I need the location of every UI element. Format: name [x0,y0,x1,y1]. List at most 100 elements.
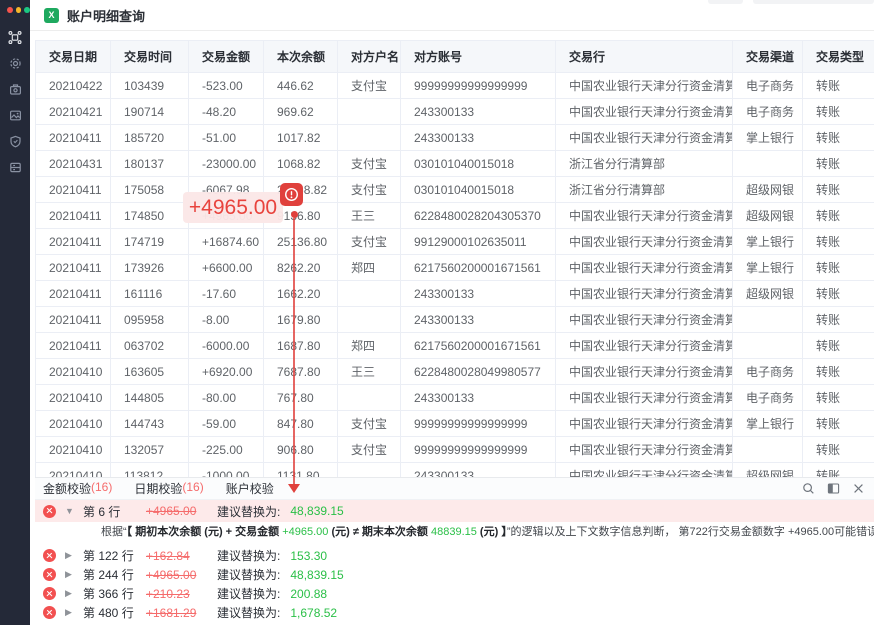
table-row[interactable]: 20210410163605+6920.007687.80王三622848002… [36,359,874,385]
table-cell: 243300133 [401,281,556,307]
table-cell [338,99,401,125]
exclamation-circle-icon [280,183,303,206]
tab-error-count: (16) [91,480,112,497]
column-header: 交易类型 [803,41,874,73]
table-cell [338,281,401,307]
table-cell: 163605 [111,359,189,385]
issue-suggest-label: 建议替换为: [217,503,280,520]
tab-amount-check[interactable]: 金额校验(16) [43,480,112,497]
issue-row-label: 第 366 行 [83,585,137,602]
table-row[interactable]: 20210411185720-51.001017.82 243300133中国农… [36,125,874,151]
detail-segment: 根据“ [101,526,127,538]
issue-row[interactable]: ▶第 122 行+162.84建议替换为:153.30 [35,546,874,565]
table-cell: 转账 [803,307,874,333]
shield-icon[interactable] [8,134,22,148]
table-cell: 转账 [803,229,874,255]
table-cell: 中国农业银行天津分行资金清算中心 [556,463,733,478]
table-cell: 99129000102635011 [401,229,556,255]
table-row[interactable]: 20210411063702-6000.001687.80郑四621756020… [36,333,874,359]
error-circle-icon [43,587,56,600]
table-cell: 20210411 [36,281,111,307]
validation-panel: 金额校验(16) 日期校验(16) 账户校验 ▼第 6 行+4965.00建议替换为… [35,477,874,625]
expand-icon[interactable]: ▶ [65,551,74,560]
table-cell: 掌上银行 [733,411,803,437]
maximize-window-button[interactable] [24,7,30,13]
table-cell: -48.20 [189,99,264,125]
table-cell: 转账 [803,411,874,437]
column-header: 交易行 [556,41,733,73]
column-header: 本次余额 [264,41,338,73]
table-row[interactable]: 20210410144743-59.00847.80支付宝99999999999… [36,411,874,437]
table-cell: 7687.80 [264,359,338,385]
panel-toggle-icon[interactable] [826,482,840,496]
collapse-icon[interactable]: ▼ [65,507,74,516]
cutoff-element [753,0,874,4]
table-cell: 转账 [803,125,874,151]
close-icon[interactable] [851,482,865,496]
table-cell: -8.00 [189,307,264,333]
issue-suggest-label: 建议替换为: [217,547,280,564]
table-cell: 174850 [111,203,189,229]
column-header: 交易时间 [111,41,189,73]
table-row[interactable]: 20210411173926+6600.008262.20郑四621756020… [36,255,874,281]
table-cell [338,307,401,333]
issue-row[interactable]: ▶第 366 行+210.23建议替换为:200.88 [35,584,874,603]
issue-row[interactable]: ▼第 6 行+4965.00建议替换为:48,839.15 [35,500,874,522]
table-row[interactable]: 20210410113812-1000.001131.80 243300133中… [36,463,874,478]
search-icon[interactable] [801,482,815,496]
transactions-table: 交易日期交易时间交易金额本次余额对方户名对方账号交易行交易渠道交易类型 2021… [35,40,874,477]
table-row[interactable]: 20210431180137-23000.001068.82支付宝0301010… [36,151,874,177]
table-row[interactable]: 20210421190714-48.20969.62 243300133中国农业… [36,99,874,125]
table-cell: 1017.82 [264,125,338,151]
table-row[interactable]: 20210411174719+16874.6025136.80支付宝991290… [36,229,874,255]
table-cell: 144805 [111,385,189,411]
table-cell: 185720 [111,125,189,151]
table-row[interactable]: 20210422103439-523.00446.62支付宝9999999999… [36,73,874,99]
storage-icon[interactable] [8,160,22,174]
table-row[interactable]: 20210411175058-6067.9824068.82支付宝0301010… [36,177,874,203]
tab-account-check[interactable]: 账户校验 [226,480,274,497]
minimize-window-button[interactable] [16,7,22,13]
table-row[interactable]: 20210410132057-225.00906.80支付宝9999999999… [36,437,874,463]
table-cell: 20210422 [36,73,111,99]
table-cell [733,151,803,177]
table-row[interactable]: 20210411095958-8.001679.80 243300133中国农业… [36,307,874,333]
table-cell: 243300133 [401,307,556,333]
table-cell: 超级网银 [733,177,803,203]
table-cell: 243300133 [401,385,556,411]
title-bar: X 账户明细查询 [30,0,874,31]
expand-icon[interactable]: ▶ [65,589,74,598]
issue-suggest-label: 建议替换为: [217,566,280,583]
close-window-button[interactable] [7,7,13,13]
expand-icon[interactable]: ▶ [65,608,74,617]
table-cell: 767.80 [264,385,338,411]
table-row[interactable]: 20210411161116-17.601662.20 243300133中国农… [36,281,874,307]
table-cell: 掌上银行 [733,255,803,281]
table-cell [733,437,803,463]
tab-date-check[interactable]: 日期校验(16) [134,480,203,497]
table-cell: 中国农业银行天津分行资金清算中心 [556,307,733,333]
table-cell: -6000.00 [189,333,264,359]
table-cell: 969.62 [264,99,338,125]
sidebar [0,0,30,625]
table-cell [733,333,803,359]
table-cell: 电子商务 [733,99,803,125]
issue-row[interactable]: ▶第 244 行+4965.00建议替换为:48,839.15 [35,565,874,584]
image-icon[interactable] [8,108,22,122]
table-cell: 99999999999999999 [401,411,556,437]
table-row[interactable]: 20210410144805-80.00767.80 243300133中国农业… [36,385,874,411]
settings-icon[interactable] [8,56,22,70]
briefcase-icon[interactable] [8,82,22,96]
table-cell: 243300133 [401,125,556,151]
table-cell: 转账 [803,151,874,177]
table-cell: 超级网银 [733,281,803,307]
table-cell: 132057 [111,437,189,463]
app-logo-icon[interactable] [8,30,22,44]
error-highlight-overlay: +4965.00 [183,192,283,223]
issue-new-value: 48,839.15 [290,568,343,582]
expand-icon[interactable]: ▶ [65,570,74,579]
table-cell: 中国农业银行天津分行资金清算中心 [556,99,733,125]
issue-row[interactable]: ▶第 480 行+1681.29建议替换为:1,678.52 [35,603,874,622]
table-row[interactable]: 20210411174850+4965.009136.80王三622848002… [36,203,874,229]
table-cell: 20210411 [36,255,111,281]
